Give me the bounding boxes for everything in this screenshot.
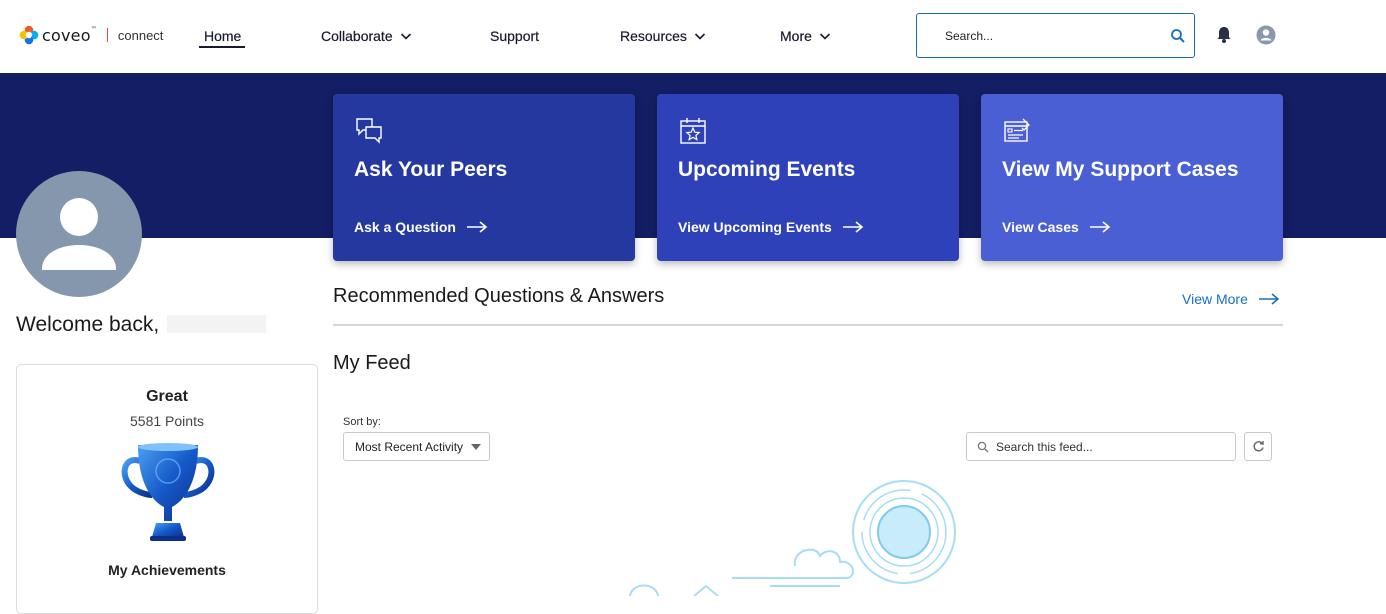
tile-title: View My Support Cases	[1002, 158, 1239, 181]
global-search-input[interactable]	[945, 27, 1165, 45]
nav-support[interactable]: Support	[490, 24, 539, 48]
view-upcoming-events-link[interactable]: View Upcoming Events	[678, 219, 864, 235]
achievement-level: Great	[146, 388, 188, 405]
tile-link-label: View Cases	[1002, 219, 1079, 235]
search-icon	[977, 441, 989, 453]
logo-text: coveo™	[42, 25, 97, 45]
welcome-username-redacted	[167, 315, 266, 333]
logo-subtitle: connect	[117, 27, 164, 43]
nav-resources-label: Resources	[620, 28, 687, 44]
user-silhouette-icon	[42, 198, 116, 270]
sort-by-label: Sort by:	[343, 416, 381, 428]
coveo-logo-mark-icon	[19, 25, 39, 45]
global-search[interactable]	[916, 13, 1195, 58]
nav-home[interactable]: Home	[204, 24, 242, 48]
refresh-icon	[1253, 441, 1264, 452]
recommended-section-title: Recommended Questions & Answers	[333, 285, 665, 307]
nav-more[interactable]: More	[780, 24, 831, 48]
logo-separator	[106, 28, 108, 42]
tile-view-support-cases[interactable]: View My Support Cases View Cases	[981, 94, 1283, 261]
sort-by-value: Most Recent Activity	[355, 439, 464, 454]
calendar-star-icon	[680, 118, 706, 144]
coveo-connect-logo[interactable]: coveo™ connect	[19, 24, 163, 46]
nav-collaborate[interactable]: Collaborate	[321, 24, 412, 48]
sort-by-select[interactable]: Most Recent Activity	[343, 432, 490, 461]
tile-link-label: View Upcoming Events	[678, 219, 832, 235]
caret-down-icon	[471, 444, 481, 450]
refresh-feed-button[interactable]	[1244, 432, 1272, 461]
profile-avatar[interactable]	[16, 171, 142, 297]
bell-icon[interactable]	[1215, 25, 1233, 44]
welcome-text: Welcome back,	[16, 313, 160, 336]
empty-feed-illustration	[629, 480, 956, 596]
tile-upcoming-events[interactable]: Upcoming Events View Upcoming Events	[657, 94, 959, 261]
nav-resources[interactable]: Resources	[620, 24, 706, 48]
feed-search-input[interactable]	[996, 439, 1226, 455]
view-more-label: View More	[1182, 291, 1248, 307]
view-more-link[interactable]: View More	[1182, 291, 1280, 307]
nav-collaborate-label: Collaborate	[321, 28, 393, 44]
arrow-right-icon	[842, 221, 864, 233]
nav-more-label: More	[780, 28, 812, 44]
feed-search[interactable]	[966, 432, 1236, 461]
nav-support-label: Support	[490, 28, 540, 44]
tile-title: Ask Your Peers	[354, 158, 508, 181]
achievements-card: Great 5581 Points My Achievements	[16, 364, 318, 614]
ask-a-question-link[interactable]: Ask a Question	[354, 219, 488, 235]
tile-ask-your-peers[interactable]: Ask Your Peers Ask a Question	[333, 94, 635, 261]
achievement-points: 5581 Points	[130, 413, 204, 429]
arrow-right-icon	[466, 221, 488, 233]
feed-title: My Feed	[333, 352, 411, 374]
my-achievements-link[interactable]: My Achievements	[17, 562, 317, 578]
nav-home-label: Home	[204, 28, 242, 44]
tile-title: Upcoming Events	[678, 158, 856, 181]
arrow-right-icon	[1089, 221, 1111, 233]
chevron-down-icon	[400, 33, 411, 40]
nav-active-indicator	[199, 46, 245, 48]
chevron-down-icon	[694, 33, 705, 40]
chevron-down-icon	[819, 33, 830, 40]
user-avatar-icon[interactable]	[1256, 25, 1276, 45]
chat-bubbles-icon	[356, 118, 382, 144]
view-cases-link[interactable]: View Cases	[1002, 219, 1111, 235]
tile-link-label: Ask a Question	[354, 219, 456, 235]
search-icon[interactable]	[1170, 28, 1186, 44]
top-header: coveo™ connect Home Collaborate Support …	[0, 0, 1386, 73]
section-divider	[333, 324, 1283, 326]
support-case-form-icon	[1004, 118, 1030, 142]
arrow-right-icon	[1258, 293, 1280, 305]
trophy-icon	[121, 443, 215, 541]
